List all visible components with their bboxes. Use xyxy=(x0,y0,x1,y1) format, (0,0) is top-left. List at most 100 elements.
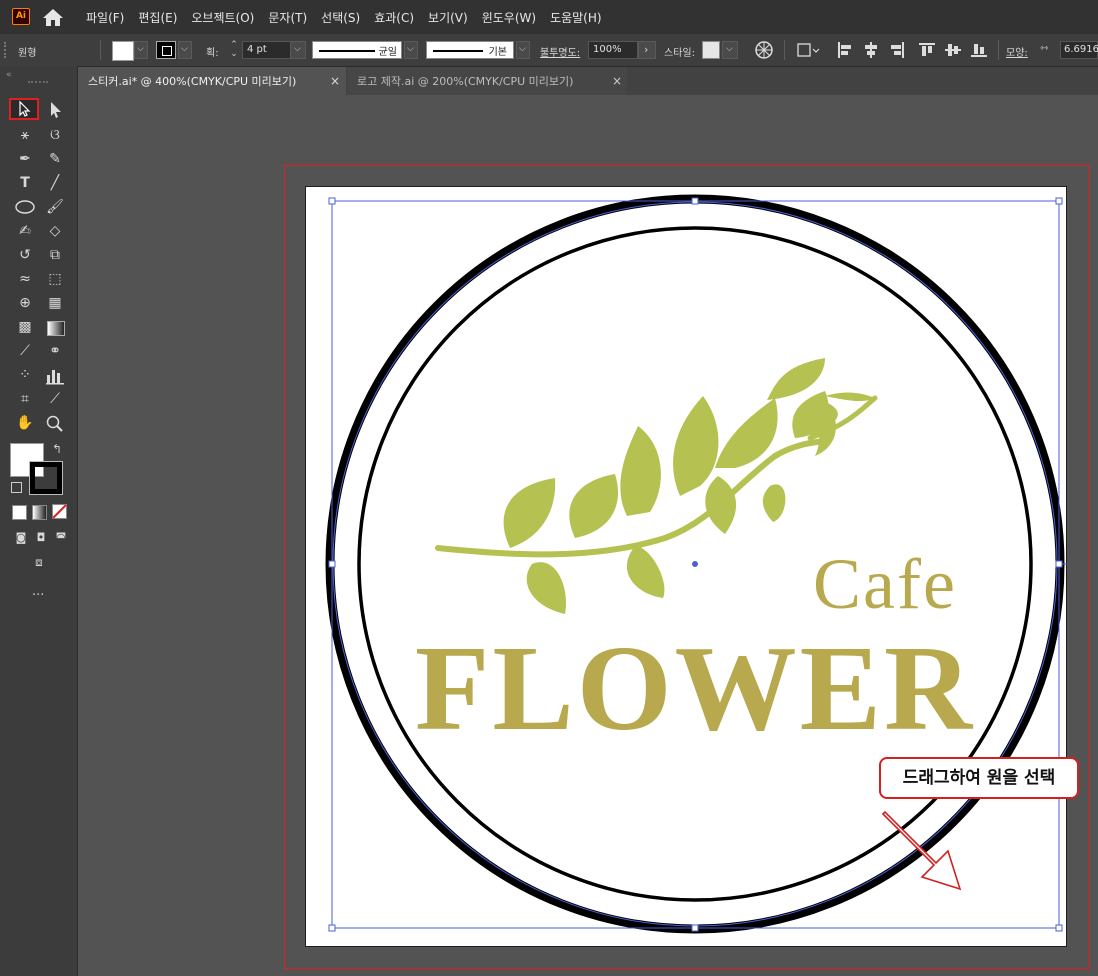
align-right-icon[interactable] xyxy=(888,41,906,59)
stroke-weight-dropdown[interactable]: ⌵ xyxy=(290,41,306,59)
lasso-icon[interactable]: ଓ xyxy=(44,125,66,145)
menu-window[interactable]: 윈도우(W) xyxy=(482,9,536,26)
stroke-stepper[interactable]: ⌃ ⌄ xyxy=(228,41,240,59)
gradient-icon[interactable] xyxy=(47,321,65,336)
recolor-artwork-icon[interactable] xyxy=(754,40,774,60)
symbol-sprayer-icon[interactable]: ⁘ xyxy=(14,365,36,385)
align-top-icon[interactable] xyxy=(918,41,936,59)
divider xyxy=(784,40,785,60)
cafe-subtitle: Cafe xyxy=(813,544,957,624)
menu-view[interactable]: 보기(V) xyxy=(428,9,468,26)
stroke-swatch[interactable] xyxy=(156,41,176,59)
draw-behind-icon[interactable]: ◘ xyxy=(30,528,52,548)
draw-inside-icon[interactable]: ◚ xyxy=(50,528,72,548)
tab-logo[interactable]: 로고 제작.ai @ 200%(CMYK/CPU 미리보기) xyxy=(347,67,627,95)
screen-mode-icon[interactable]: ⧈ xyxy=(28,552,50,572)
menu-effect[interactable]: 효과(C) xyxy=(374,9,414,26)
profile-dropdown[interactable]: ⌵ xyxy=(404,41,418,59)
align-horizontal-center-icon[interactable] xyxy=(862,41,880,59)
align-to-icon[interactable] xyxy=(796,41,822,59)
zoom-icon[interactable] xyxy=(45,415,65,433)
default-colors-icon[interactable] xyxy=(11,482,22,493)
main-menu: 파일(F) 편집(E) 오브젝트(O) 문자(T) 선택(S) 효과(C) 보기… xyxy=(86,0,616,34)
fill-dropdown[interactable]: ⌵ xyxy=(134,41,148,59)
swap-colors-icon[interactable]: ↰ xyxy=(52,442,62,456)
tab-close-icon[interactable]: × xyxy=(612,74,622,88)
panel-grip[interactable] xyxy=(28,81,48,86)
panel-grip[interactable] xyxy=(4,42,10,58)
width-tool-icon[interactable]: ≈ xyxy=(14,269,36,289)
menu-type[interactable]: 문자(T) xyxy=(268,9,307,26)
home-icon[interactable] xyxy=(42,7,64,27)
draw-normal-icon[interactable]: ◙ xyxy=(10,528,32,548)
shape-label[interactable]: 모양: xyxy=(1006,44,1028,59)
magic-wand-icon[interactable]: ⚹ xyxy=(14,125,36,145)
variable-width-profile[interactable]: 균일 xyxy=(312,41,402,59)
tab-sticker[interactable]: 스티커.ai* @ 400%(CMYK/CPU 미리보기) xyxy=(78,67,346,95)
center-point xyxy=(692,561,698,567)
blend-icon[interactable]: ⚭ xyxy=(44,341,66,361)
none-mode-icon[interactable] xyxy=(52,504,67,519)
selection-arrow-icon xyxy=(19,100,31,117)
gradient-mode-icon[interactable] xyxy=(32,505,47,520)
logo-artwork[interactable]: Cafe FLOWER xyxy=(305,186,1067,947)
tab-close-icon[interactable]: × xyxy=(330,74,340,88)
width-field[interactable]: 6.6916 xyxy=(1060,41,1098,59)
shaper-icon[interactable]: ✍ xyxy=(14,221,36,241)
edit-toolbar-icon[interactable]: ... xyxy=(32,584,44,599)
brush-basic-label: 기본 xyxy=(488,47,507,58)
brush-definition[interactable]: 기본 xyxy=(426,41,514,59)
opacity-field[interactable]: 100% xyxy=(588,41,638,59)
instruction-callout: 드래그하여 원을 선택 xyxy=(879,757,1079,799)
curvature-icon[interactable]: ✎ xyxy=(44,149,66,169)
scale-icon[interactable]: ⧉ xyxy=(44,245,66,265)
color-mode-icon[interactable] xyxy=(12,505,27,520)
stroke-label: 획: xyxy=(206,48,219,59)
eraser-icon[interactable]: ◇ xyxy=(44,221,66,241)
menu-edit[interactable]: 편집(E) xyxy=(138,9,177,26)
type-icon[interactable]: T xyxy=(14,173,36,193)
stroke-dropdown[interactable]: ⌵ xyxy=(178,41,192,59)
artboard-icon[interactable]: ⌗ xyxy=(14,389,36,409)
perspective-grid-icon[interactable]: ▦ xyxy=(44,293,66,313)
selection-tool[interactable] xyxy=(9,98,39,120)
menu-object[interactable]: 오브젝트(O) xyxy=(191,9,254,26)
paintbrush-icon[interactable]: 🖌 xyxy=(44,197,66,217)
flower-title: FLOWER xyxy=(415,621,975,756)
pen-icon[interactable]: ✒ xyxy=(14,149,36,169)
mesh-icon[interactable]: ▩ xyxy=(14,317,36,337)
fill-swatch[interactable] xyxy=(112,41,134,61)
document-tab-bar: 스티커.ai* @ 400%(CMYK/CPU 미리보기) × 로고 제작.ai… xyxy=(78,67,1098,95)
divider xyxy=(100,40,101,60)
collapse-icon[interactable]: « xyxy=(6,70,12,80)
style-dropdown[interactable]: ⌵ xyxy=(722,41,738,59)
style-swatch[interactable] xyxy=(702,41,720,59)
align-bottom-icon[interactable] xyxy=(970,41,988,59)
eyedropper-icon[interactable]: ⟋ xyxy=(14,341,36,361)
menu-select[interactable]: 선택(S) xyxy=(321,9,360,26)
menu-help[interactable]: 도움말(H) xyxy=(550,9,602,26)
opacity-label[interactable]: 불투명도: xyxy=(540,44,580,59)
profile-uniform-label: 균일 xyxy=(378,47,397,58)
leaf-vine-illustration xyxy=(435,358,878,614)
align-left-icon[interactable] xyxy=(836,41,854,59)
rotate-icon[interactable]: ↺ xyxy=(14,245,36,265)
width-icon: ⇿ xyxy=(1040,43,1049,54)
free-transform-icon[interactable]: ⬚ xyxy=(44,269,66,289)
stroke-weight-field[interactable]: 4 pt xyxy=(242,41,292,59)
slice-icon[interactable]: ⟋ xyxy=(44,389,66,409)
align-vertical-center-icon[interactable] xyxy=(944,41,962,59)
line-segment-icon[interactable]: ╱ xyxy=(44,173,66,193)
menu-file[interactable]: 파일(F) xyxy=(86,9,124,26)
shape-builder-icon[interactable]: ⊕ xyxy=(14,293,36,313)
tab-label: 스티커.ai* @ 400%(CMYK/CPU 미리보기) xyxy=(88,75,297,88)
opacity-expand[interactable]: › xyxy=(638,41,656,59)
column-graph-icon[interactable] xyxy=(45,367,65,385)
object-type-label: 원형 xyxy=(18,48,37,59)
ellipse-icon[interactable] xyxy=(14,198,36,216)
brush-dropdown[interactable]: ⌵ xyxy=(516,41,530,59)
divider xyxy=(998,40,999,60)
direct-selection-icon[interactable] xyxy=(45,100,67,120)
hand-icon[interactable]: ✋ xyxy=(14,413,36,433)
stroke-color-box[interactable] xyxy=(29,461,63,495)
